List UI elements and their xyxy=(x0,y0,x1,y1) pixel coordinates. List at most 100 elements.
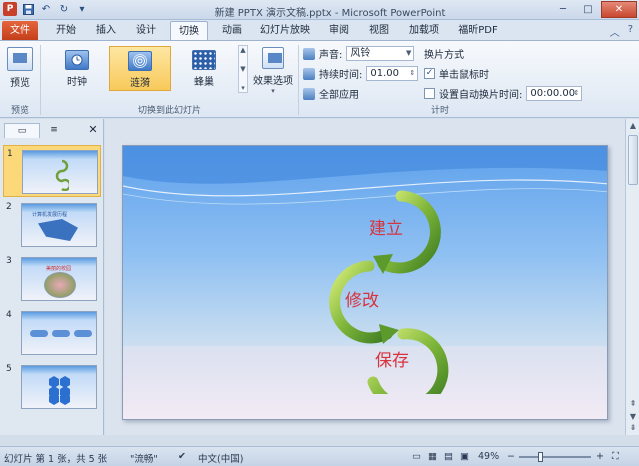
normal-view-icon[interactable]: ▭ xyxy=(412,451,421,462)
undo-icon[interactable]: ↶ xyxy=(39,2,53,16)
powerpoint-app-icon[interactable]: P xyxy=(3,2,17,16)
zoom-slider-handle[interactable] xyxy=(538,452,543,462)
slide-thumb-1[interactable]: 1 xyxy=(3,145,101,197)
tab-insert[interactable]: 插入 xyxy=(90,21,122,41)
slide-thumb-4[interactable]: 4 xyxy=(3,307,101,359)
reading-view-icon[interactable]: ▤ xyxy=(444,451,453,462)
tab-outline[interactable]: ≡ xyxy=(44,123,64,138)
duration-icon xyxy=(303,67,315,80)
tab-slides[interactable]: ▭ xyxy=(4,123,40,138)
duration-stepper[interactable]: 01.00 ⇕ xyxy=(366,66,419,81)
zoom-slider[interactable] xyxy=(519,456,591,458)
sound-row: 声音: 风铃 ▼ xyxy=(303,46,415,61)
cycle-label-save: 保存 xyxy=(375,351,409,371)
slide-thumb-2[interactable]: 2 计算机发展历程 xyxy=(3,199,101,251)
transition-clock[interactable]: 时钟 xyxy=(46,46,108,91)
advance-slide-title: 换片方式 xyxy=(424,50,464,61)
zoom-in-icon[interactable]: + xyxy=(596,451,604,462)
gallery-scrollbar[interactable]: ▲ ▼ ▾ xyxy=(238,45,248,93)
arrows-graphic-icon xyxy=(55,159,69,191)
sound-label: 声音: xyxy=(319,50,343,61)
group-label-transitions: 切换到此幻灯片 xyxy=(137,106,201,116)
preview-icon xyxy=(7,47,33,71)
close-pane-icon[interactable]: ✕ xyxy=(86,123,100,138)
tab-design[interactable]: 设计 xyxy=(130,21,162,41)
tab-animations[interactable]: 动画 xyxy=(215,21,249,41)
slideshow-icon[interactable]: ▣ xyxy=(460,451,469,462)
tab-slideshow[interactable]: 幻灯片放映 xyxy=(256,21,314,41)
on-click-checkbox[interactable]: ✓ xyxy=(424,68,435,79)
slide-thumb-preview: 计算机发展历程 xyxy=(21,203,97,247)
prev-slide-icon[interactable]: ⇞ xyxy=(626,399,639,408)
duration-value: 01.00 xyxy=(370,68,400,79)
transition-clock-label: 时钟 xyxy=(67,77,87,88)
slide-sorter-icon[interactable]: ▦ xyxy=(428,451,437,462)
duration-label: 持续时间: xyxy=(319,70,363,81)
fit-to-window-icon[interactable]: ⛶ xyxy=(612,451,619,462)
slide-thumb-5[interactable]: 5 xyxy=(3,361,101,413)
zoom-out-icon[interactable]: − xyxy=(507,451,515,462)
current-slide[interactable]: 建立 修改 保存 xyxy=(122,145,608,420)
slide-number: 1 xyxy=(7,149,13,159)
transition-honeycomb[interactable]: 蜂巢 xyxy=(173,46,235,91)
slide-thumb-preview: 美丽的校园 xyxy=(21,257,97,301)
status-bar: 幻灯片 第 1 张，共 5 张 "流畅" ✔ 中文(中国) ▭ ▦ ▤ ▣ 49… xyxy=(0,446,639,466)
tab-foxit-pdf[interactable]: 福昕PDF xyxy=(453,21,503,41)
gallery-up-icon[interactable]: ▲ xyxy=(240,46,245,54)
spinner-icon[interactable]: ⇕ xyxy=(574,87,580,100)
after-time-checkbox[interactable] xyxy=(424,88,435,99)
on-click-label: 单击鼠标时 xyxy=(439,70,489,81)
slide-thumb-title: 计算机发展历程 xyxy=(32,212,68,218)
slide-number: 3 xyxy=(6,256,12,266)
scroll-up-icon[interactable]: ▲ xyxy=(626,121,639,130)
effect-options-button[interactable]: 效果选项 ▾ xyxy=(252,47,294,95)
slide-thumb-preview xyxy=(21,311,97,355)
tab-transitions[interactable]: 切换 xyxy=(170,21,208,41)
effect-options-dropdown-icon: ▾ xyxy=(271,87,275,95)
slide-thumb-3[interactable]: 3 美丽的校园 xyxy=(3,253,101,305)
customize-qat-icon[interactable]: ▾ xyxy=(75,2,89,16)
spinner-icon[interactable]: ⇕ xyxy=(410,67,416,80)
zoom-level[interactable]: 49% xyxy=(478,451,499,462)
effect-options-icon xyxy=(262,47,284,69)
help-icon[interactable]: ? xyxy=(628,24,633,39)
scroll-thumb[interactable] xyxy=(628,135,638,185)
theme-status: "流畅" xyxy=(130,454,158,465)
tab-addins[interactable]: 加载项 xyxy=(403,21,445,41)
quick-access-toolbar: P ↶ ↻ ▾ xyxy=(3,2,89,16)
scroll-down-icon[interactable]: ▼ xyxy=(626,412,639,421)
ripple-transition-icon xyxy=(128,51,152,71)
slide-number: 4 xyxy=(6,310,12,320)
tab-review[interactable]: 审阅 xyxy=(322,21,356,41)
after-time-stepper[interactable]: 00:00.00 ⇕ xyxy=(526,86,583,101)
window-title: 新建 PPTX 演示文稿.pptx - Microsoft PowerPoint xyxy=(214,8,446,19)
transition-ripple-label: 涟漪 xyxy=(130,78,150,89)
sound-value: 风铃 xyxy=(350,48,371,59)
tab-file[interactable]: 文件 xyxy=(2,21,38,41)
gallery-more-icon[interactable]: ▾ xyxy=(241,84,245,92)
apply-all-button[interactable]: 全部应用 xyxy=(303,86,359,101)
minimize-button[interactable]: ─ xyxy=(551,1,575,18)
tab-view[interactable]: 视图 xyxy=(362,21,396,41)
tab-home[interactable]: 开始 xyxy=(50,21,82,41)
sound-dropdown[interactable]: 风铃 ▼ xyxy=(346,46,415,61)
save-icon[interactable] xyxy=(21,2,35,16)
vertical-scrollbar[interactable]: ▲ ⇞ ▼ ⇟ xyxy=(625,119,639,435)
after-time-value: 00:00.00 xyxy=(530,88,576,99)
next-slide-icon[interactable]: ⇟ xyxy=(626,423,639,432)
language-status[interactable]: 中文(中国) xyxy=(198,451,243,465)
slide-thumb-preview xyxy=(22,150,98,194)
cycle-label-create: 建立 xyxy=(369,219,403,239)
redo-icon[interactable]: ↻ xyxy=(57,2,71,16)
transition-ripple[interactable]: 涟漪 xyxy=(109,46,171,91)
on-click-row[interactable]: ✓ 单击鼠标时 xyxy=(424,66,489,81)
spellcheck-icon[interactable]: ✔ xyxy=(178,451,186,462)
preview-button[interactable]: 预览 xyxy=(6,47,34,89)
gallery-down-icon[interactable]: ▼ xyxy=(240,65,245,73)
slide-number: 5 xyxy=(6,364,12,374)
group-divider xyxy=(40,45,41,115)
slides-pane: ▭ ≡ ✕ 1 2 计算机发展历程 3 美丽的校园 4 5 xyxy=(0,119,104,435)
maximize-button[interactable]: □ xyxy=(576,1,600,18)
minimize-ribbon-icon[interactable]: ︿ xyxy=(610,24,620,39)
close-button[interactable]: ✕ xyxy=(601,1,637,18)
